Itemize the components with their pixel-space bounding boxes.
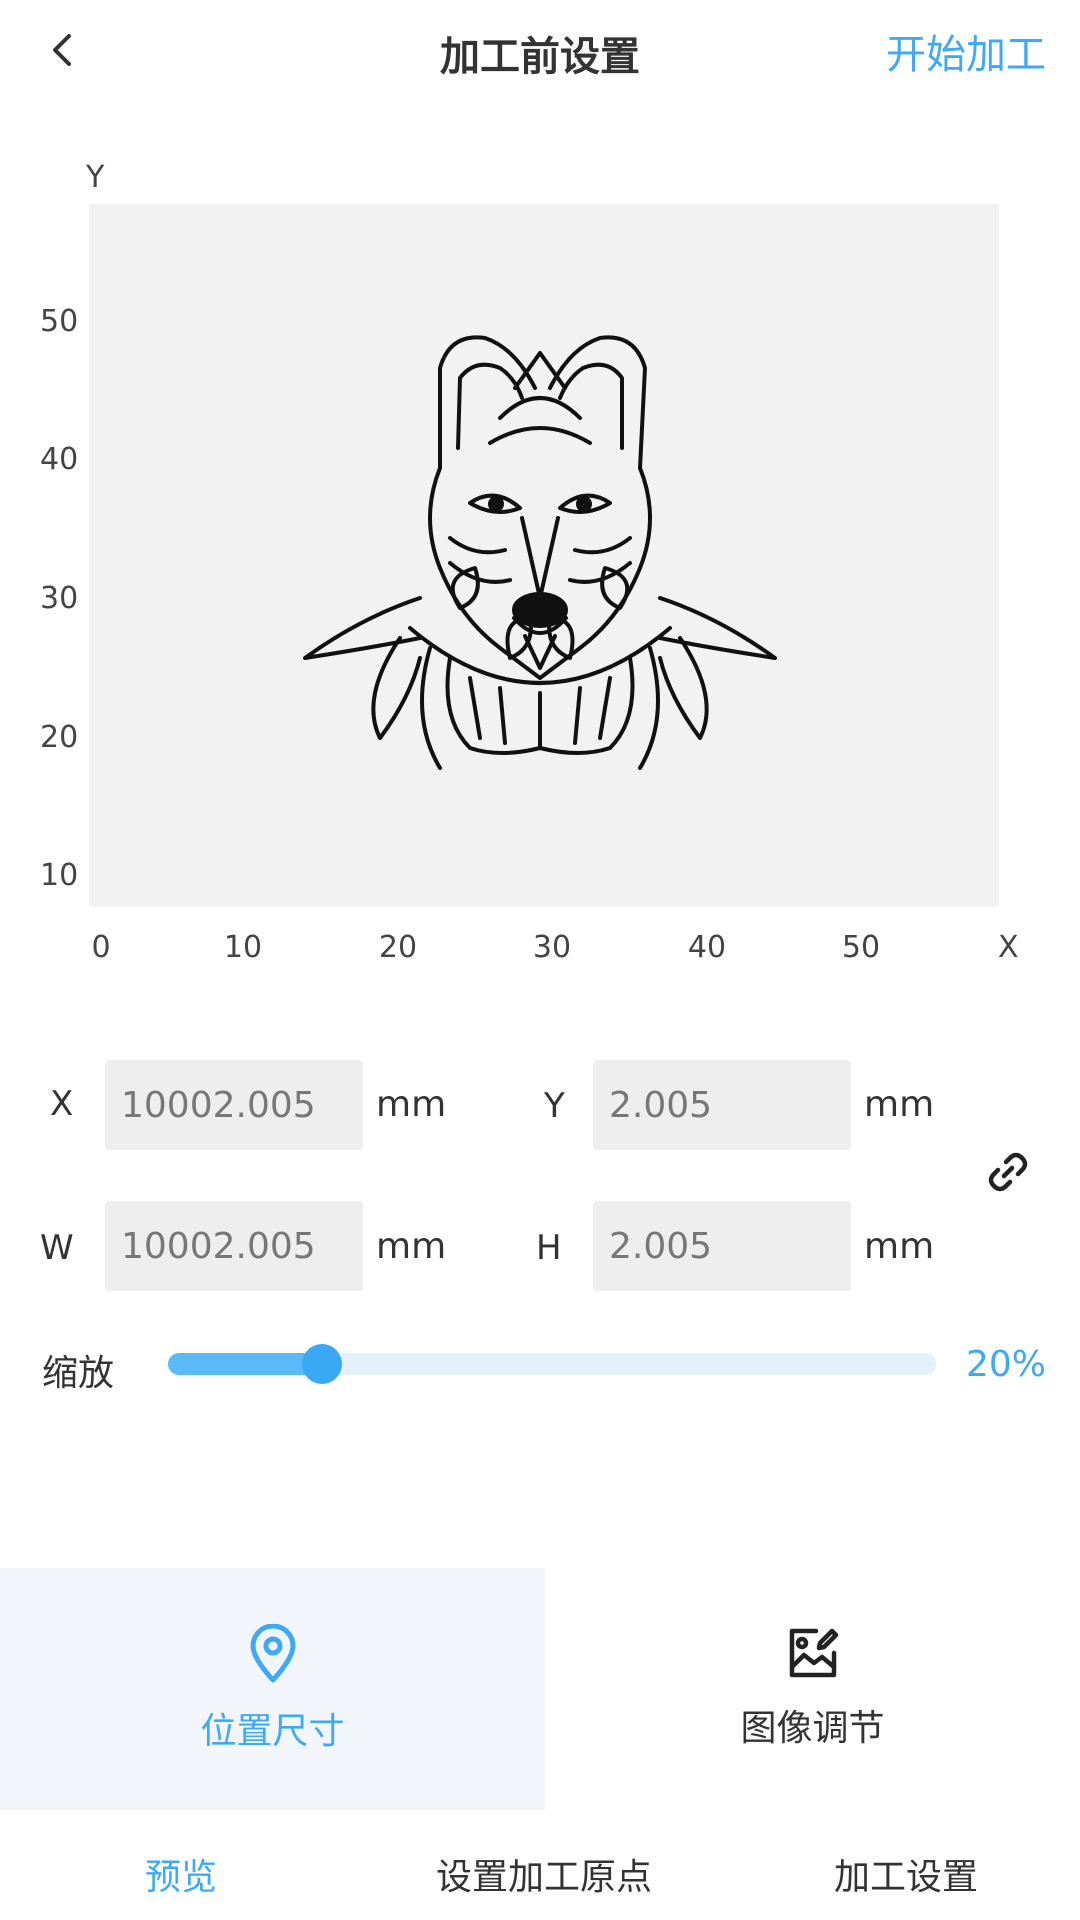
scale-value: 20% — [965, 1344, 1046, 1385]
y-tick: 20 — [40, 720, 79, 755]
tab-position-size-label: 位置尺寸 — [200, 1711, 345, 1752]
scale-slider-thumb[interactable] — [301, 1344, 342, 1384]
x-tick: 40 — [687, 930, 727, 965]
tab-image-adjust-label: 图像调节 — [740, 1708, 885, 1749]
h-unit: mm — [864, 1226, 935, 1267]
wolf-illustration[interactable] — [300, 318, 780, 788]
y-tick: 40 — [40, 442, 79, 477]
x-tick: 20 — [378, 930, 418, 965]
tab-image-adjust[interactable]: 图像调节 — [545, 1568, 1080, 1810]
nav-processing-settings[interactable]: 加工设置 — [834, 1848, 978, 1900]
w-unit: mm — [376, 1226, 447, 1267]
nav-preview[interactable]: 预览 — [145, 1848, 217, 1900]
y-tick: 30 — [40, 581, 79, 616]
x-label: X — [50, 1084, 74, 1124]
image-edit-icon — [789, 1628, 838, 1678]
x-position-field[interactable] — [105, 1060, 363, 1150]
scale-slider-fill — [168, 1353, 322, 1375]
x-tick: 0 — [91, 930, 111, 965]
w-label: W — [40, 1228, 74, 1268]
y-tick: 10 — [40, 858, 79, 893]
h-label: H — [536, 1228, 562, 1268]
tab-position-size[interactable]: 位置尺寸 — [0, 1568, 545, 1810]
height-field[interactable] — [593, 1201, 851, 1291]
nav-set-origin[interactable]: 设置加工原点 — [436, 1848, 652, 1900]
scale-label: 缩放 — [42, 1353, 115, 1394]
y-unit: mm — [864, 1084, 935, 1125]
y-axis-label: Y — [86, 160, 105, 195]
x-tick: 10 — [223, 930, 263, 965]
link-icon[interactable] — [986, 1150, 1030, 1194]
width-field[interactable] — [105, 1201, 363, 1291]
x-tick: 30 — [532, 930, 572, 965]
x-axis-label: X — [998, 930, 1019, 965]
x-unit: mm — [376, 1084, 447, 1125]
start-processing-button[interactable]: 开始加工 — [886, 22, 1046, 80]
location-pin-icon — [250, 1624, 295, 1683]
y-tick: 50 — [40, 304, 79, 339]
x-tick: 50 — [841, 930, 881, 965]
y-label: Y — [544, 1086, 565, 1126]
y-position-field[interactable] — [593, 1060, 851, 1150]
